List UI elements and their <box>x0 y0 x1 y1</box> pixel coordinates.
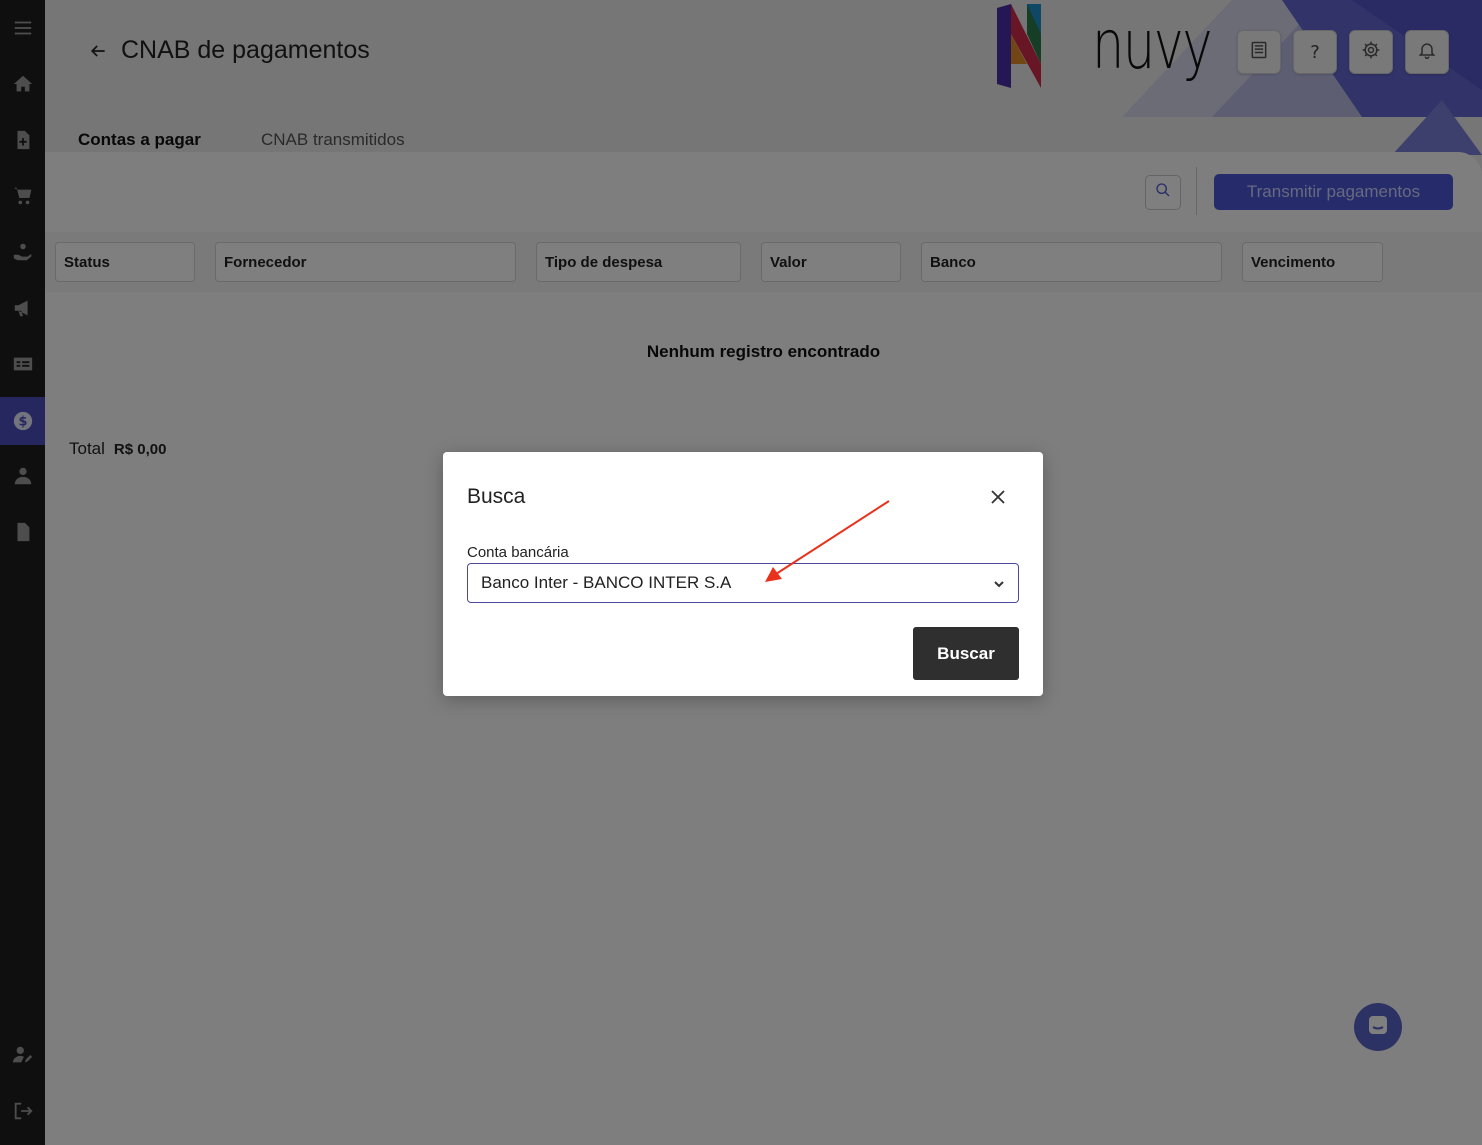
bank-account-selected-value: Banco Inter - BANCO INTER S.A <box>481 573 732 592</box>
bank-account-select[interactable]: Banco Inter - BANCO INTER S.A <box>467 563 1019 603</box>
search-modal: Busca Conta bancária Banco Inter - BANCO… <box>443 452 1043 696</box>
modal-title: Busca <box>467 485 526 508</box>
search-submit-button[interactable]: Buscar <box>913 627 1019 680</box>
chevron-down-icon <box>992 576 1006 590</box>
close-icon[interactable] <box>986 485 1010 509</box>
bank-account-label: Conta bancária <box>467 544 569 561</box>
